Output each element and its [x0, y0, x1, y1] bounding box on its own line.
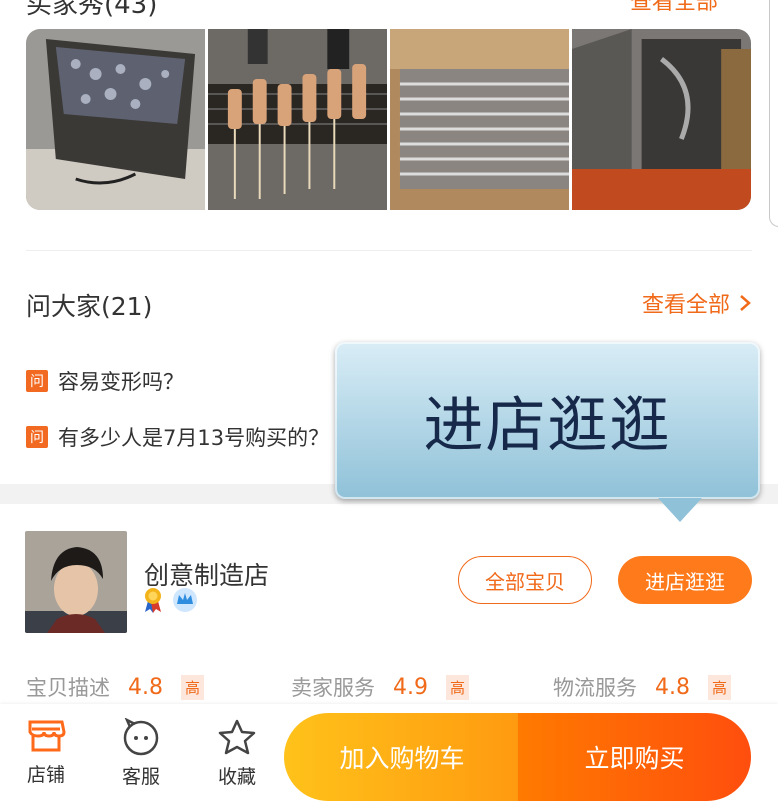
question-badge-icon: 问 [26, 426, 48, 448]
favorite-tab-label: 收藏 [217, 766, 256, 788]
qa-view-all-link[interactable]: 查看全部 [642, 287, 752, 319]
bottom-action-bar: 店铺 客服 收藏 加入购物车 立即购买 [0, 704, 778, 807]
rating-logistics: 物流服务 4.8 高 [553, 672, 732, 702]
rating-label: 卖家服务 [291, 676, 375, 700]
question-badge-icon: 问 [26, 370, 48, 392]
tooltip-text: 进店逛逛 [423, 391, 672, 461]
photo-grill-rack[interactable] [390, 29, 569, 210]
rating-description: 宝贝描述 4.8 高 [26, 672, 205, 702]
rating-value: 4.9 [393, 674, 428, 700]
service-tab[interactable]: 客服 [111, 718, 171, 789]
grill-bracket-photo-icon [572, 29, 751, 210]
crown-icon [173, 588, 197, 612]
qa-item[interactable]: 问 容易变形吗？ [26, 366, 184, 396]
service-tab-label: 客服 [121, 766, 160, 788]
rating-value: 4.8 [655, 674, 690, 700]
reviews-header-partial: 买家秀(43) 查看全部 [0, 0, 778, 22]
rating-service: 卖家服务 4.9 高 [291, 672, 470, 702]
qa-title: 问大家(21) [26, 292, 153, 321]
qa-item[interactable]: 问 有多少人是7月13号购买的？ [26, 422, 329, 452]
photo-skewers[interactable] [208, 29, 387, 210]
all-items-button[interactable]: 全部宝贝 [458, 556, 592, 604]
qa-item-text: 容易变形吗？ [58, 370, 184, 394]
rating-tag: 高 [446, 674, 470, 700]
favorite-tab[interactable]: 收藏 [207, 718, 267, 789]
store-tab[interactable]: 店铺 [16, 718, 76, 787]
reviews-view-all[interactable]: 查看全部 [630, 0, 718, 16]
rating-tag: 高 [181, 674, 205, 700]
skewers-photo-icon [208, 29, 387, 210]
qa-item-text: 有多少人是7月13号购买的？ [58, 426, 330, 450]
rating-value: 4.8 [128, 674, 163, 700]
grill-rack-photo-icon [390, 29, 569, 210]
store-tab-label: 店铺 [26, 764, 65, 786]
buy-now-button[interactable]: 立即购买 [518, 713, 751, 801]
enter-shop-tooltip: 进店逛逛 [335, 342, 760, 499]
reviews-title: 买家秀(43) [26, 0, 158, 20]
store-icon [28, 720, 66, 752]
divider [26, 250, 752, 251]
add-to-cart-button[interactable]: 加入购物车 [284, 713, 520, 801]
shop-avatar[interactable] [25, 531, 127, 633]
avatar-portrait-icon [25, 531, 127, 633]
shop-badges [142, 587, 198, 613]
rating-label: 物流服务 [553, 676, 637, 700]
star-icon [218, 719, 256, 755]
buyer-photo-strip [26, 29, 751, 210]
rating-tag: 高 [708, 674, 732, 700]
medal-icon [145, 588, 161, 613]
qa-view-all-label: 查看全部 [641, 293, 730, 318]
tooltip-arrow [658, 498, 702, 522]
chevron-right-icon [740, 295, 751, 311]
scrollbar[interactable] [769, 0, 778, 227]
grill-box-photo-icon [26, 29, 205, 210]
photo-grill-bracket[interactable] [572, 29, 751, 210]
enter-shop-button[interactable]: 进店逛逛 [618, 556, 752, 604]
photo-grill-box[interactable] [26, 29, 205, 210]
rating-label: 宝贝描述 [26, 676, 110, 700]
customer-service-icon [123, 718, 159, 756]
